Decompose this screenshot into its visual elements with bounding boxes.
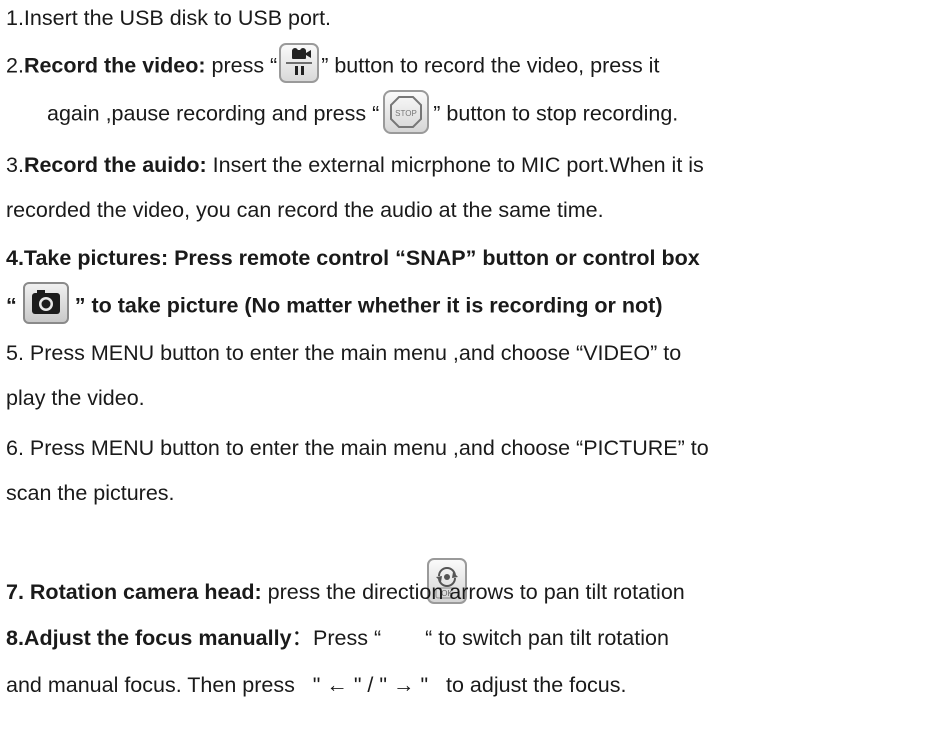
step-2-cont: again ,pause recording and press “ STOP … [47,90,679,134]
stop-icon-text: STOP [395,109,417,118]
step-2-text-a: press “ [205,53,278,78]
manual-page: { "steps": { "s1": {"text": "1.Insert th… [0,0,926,732]
step-1: 1.Insert the USB disk to USB port. [6,4,331,32]
step-8-title: 8.Adjust the focus manually [6,626,292,650]
step-6-text-b: scan the pictures. [6,481,175,505]
step-5-text-b: play the video. [6,386,145,410]
step-6: 6. Press MENU button to enter the main m… [6,434,709,462]
step-6-cont: scan the pictures. [6,479,175,507]
step-5: 5. Press MENU button to enter the main m… [6,339,681,367]
step-3-label: 3. [6,153,24,177]
step-7-title: 7. Rotation camera head: [6,580,262,604]
step-3: 3.Record the auido: Insert the external … [6,151,704,179]
step-7-text-a: press the direction arrows to pan tilt r… [261,580,685,604]
step-8-cont: and manual focus. Then press " ← " / " →… [6,671,627,699]
step-2-text-b: ” button to record the video, press it [321,53,660,78]
step-7: 7. Rotation camera head: press the direc… [6,578,685,606]
step-5-text-a: 5. Press MENU button to enter the main m… [6,341,682,365]
record-pause-icon [279,43,320,83]
step-1-text: 1.Insert the USB disk to USB port. [6,6,332,30]
step-2-text-c: again ,pause recording and press “ [47,101,380,126]
step-4-text-tail: ” to take picture (No matter whether it … [74,293,663,318]
step-8-text-a: ：Press “ [291,626,382,650]
step-2-text-d: ” button to stop recording. [433,101,679,126]
step-2-label: 2. [6,53,24,78]
step-8-text-b: “ to switch pan tilt rotation [425,626,669,650]
step-5-cont: play the video. [6,384,145,412]
step-8: 8.Adjust the focus manually：Press “ “ to … [6,624,669,652]
step-6-text-a: 6. Press MENU button to enter the main m… [6,436,709,460]
step-2: 2.Record the video: press “ ” button to … [6,43,660,83]
step-4: 4.Take pictures: Press remote control “S… [6,244,700,272]
step-8-text-c: and manual focus. Then press " ← " / " →… [6,673,627,697]
camera-icon [22,282,69,324]
step-3-title: Record the auido: [23,153,207,177]
step-3-cont: recorded the video, you can record the a… [6,196,604,224]
step-4-cont: “ ” to take picture (No matter whether i… [6,282,663,324]
step-4-open-quote: “ [6,293,17,318]
stop-icon: STOP [383,90,430,134]
step-3-text-a: Insert the external micrphone to MIC por… [206,153,704,177]
step-2-title: Record the video: [23,53,206,78]
step-4-text: 4.Take pictures: Press remote control “S… [6,246,700,270]
step-3-text-b: recorded the video, you can record the a… [6,198,604,222]
